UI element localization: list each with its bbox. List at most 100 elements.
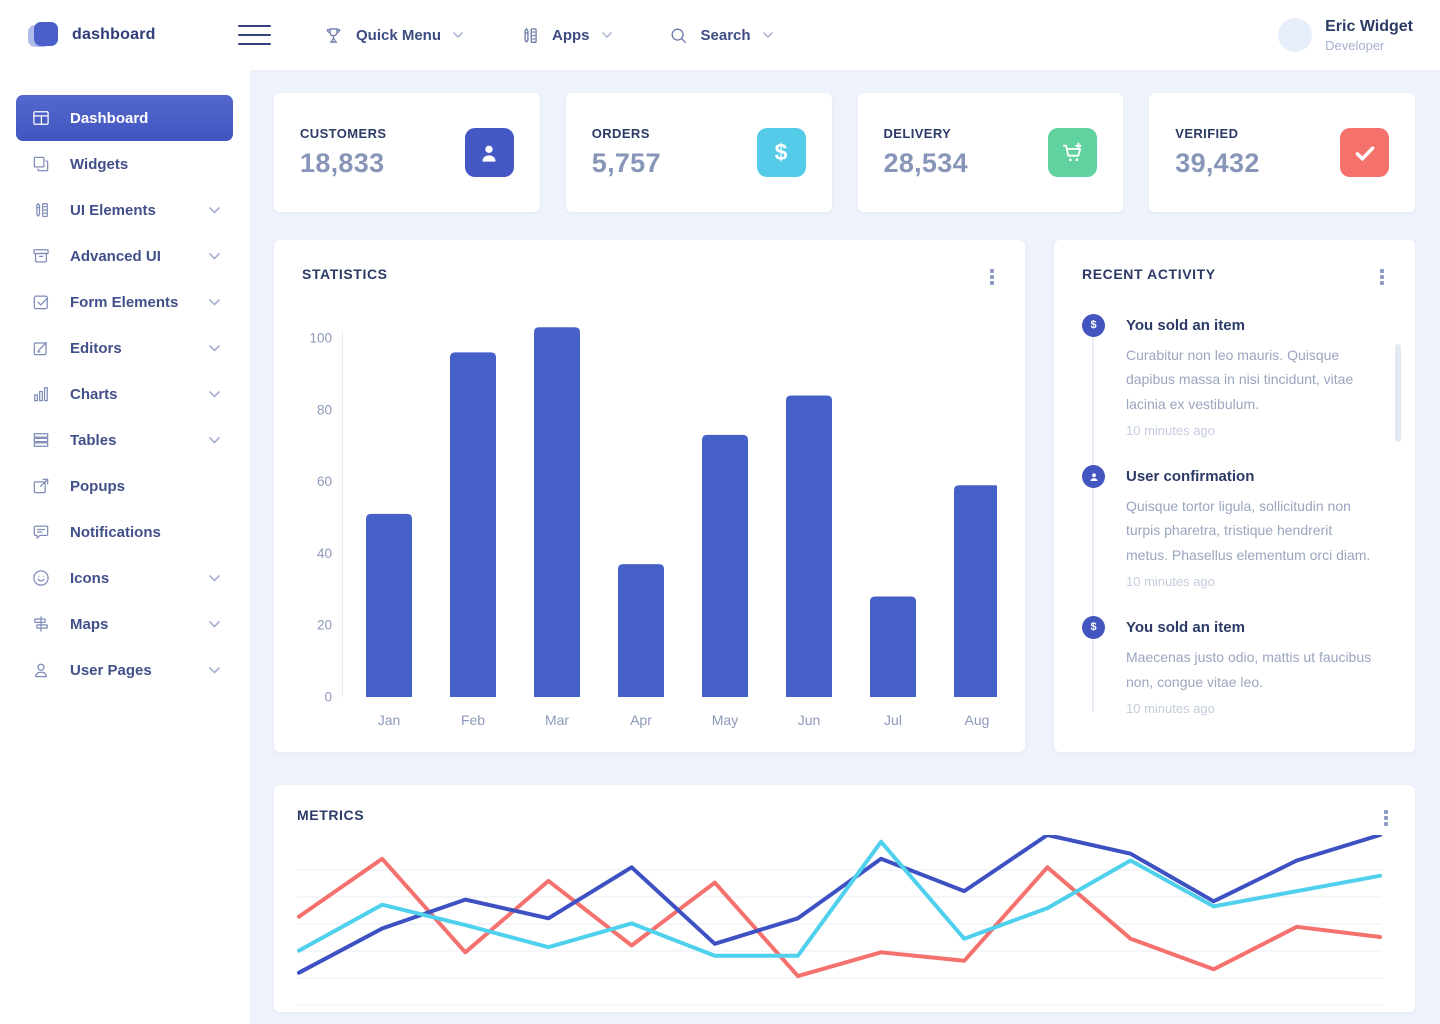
activity-timeline: $ You sold an item Curabitur non leo mauri… [1082,314,1387,716]
dollar-circle-icon: $ [1090,320,1096,331]
stat-cards-row: CUSTOMERS 18,833 ORDERS5,757$DELIVERY28,53… [274,93,1415,212]
chevron-down-icon [209,253,220,260]
editors-icon [31,338,51,358]
series-red-line [299,859,1380,976]
x-tick-label: May [712,712,738,728]
dollar-icon: $ [775,139,788,166]
activity-description: Quisque tortor ligula, sollicitudin non … [1126,494,1376,567]
nav-item-apps[interactable]: Apps [519,25,612,46]
stat-card-orders: ORDERS5,757$ [566,93,832,212]
nav-item-quick-menu[interactable]: Quick Menu [323,25,463,46]
metrics-title: METRICS [297,807,364,823]
dollar-circle-icon: $ [1090,622,1096,633]
activity-badge [1082,465,1105,488]
chevron-down-icon [763,32,773,38]
bar-aug [954,485,997,697]
sidebar-item-label: Dashboard [70,110,148,127]
sidebar-item-charts[interactable]: Charts [16,371,233,417]
bar-feb [450,352,496,697]
kebab-menu-icon[interactable] [1381,807,1391,829]
stat-card-label: CUSTOMERS [300,126,386,141]
user-menu[interactable]: Eric Widget Developer [1278,18,1413,53]
app-logo[interactable] [34,22,60,48]
check-icon [1352,140,1378,166]
activity-scrollbar[interactable] [1395,344,1401,442]
sidebar-item-tables[interactable]: Tables [16,417,233,463]
activity-title: You sold an item [1126,616,1376,636]
stat-card-icon-box [1048,128,1097,177]
ui-elements-icon [31,200,51,220]
signpost-icon [31,614,51,634]
user-name: Eric Widget [1325,18,1413,36]
nav-item-label: Search [701,27,751,44]
sidebar-item-label: Icons [70,570,109,587]
stat-card-delivery: DELIVERY28,534 [858,93,1124,212]
charts-icon [31,384,51,404]
nav-item-search[interactable]: Search [668,25,773,46]
sidebar-item-label: Charts [70,386,118,403]
stat-card-icon-box [465,128,514,177]
top-navbar: dashboard Quick Menu Apps Search Eric Widg… [0,0,1440,70]
statistics-title: STATISTICS [302,266,388,282]
chevron-down-icon [209,621,220,628]
sidebar-item-user-pages[interactable]: User Pages [16,647,233,693]
sidebar-item-popups[interactable]: Popups [16,463,233,509]
advanced-ui-icon [31,246,51,266]
activity-description: Curabitur non leo mauris. Quisque dapibu… [1126,343,1376,416]
avatar [1278,18,1312,52]
bar-jan [366,514,412,697]
stat-card-verified: VERIFIED39,432 [1149,93,1415,212]
user-badge-icon [476,140,502,166]
x-tick-label: Jan [378,712,401,728]
form-elements-icon [31,292,51,312]
x-tick-label: Feb [461,712,485,728]
brand-name: dashboard [72,26,156,44]
chevron-down-icon [209,391,220,398]
x-tick-label: Jul [884,712,902,728]
statistics-bar-chart: 020406080100JanFebMarAprMayJunJulAug [302,304,997,734]
stat-card-value: 28,534 [884,148,968,179]
x-tick-label: Aug [965,712,990,728]
sidebar-item-label: Editors [70,340,122,357]
activity-timestamp: 10 minutes ago [1126,574,1376,589]
user-circle-icon [1088,471,1100,483]
activity-title: You sold an item [1126,314,1376,334]
bar-jul [870,596,916,697]
activity-item: $You sold an itemMaecenas justo odio, ma… [1082,616,1387,716]
activity-timestamp: 10 minutes ago [1126,423,1376,438]
hamburger-menu-icon[interactable] [232,19,277,51]
sidebar-item-maps[interactable]: Maps [16,601,233,647]
sidebar-item-form-elements[interactable]: Form Elements [16,279,233,325]
y-tick-label: 0 [324,690,332,705]
tables-icon [31,430,51,450]
sidebar-item-label: Notifications [70,524,161,541]
sidebar-item-advanced-ui[interactable]: Advanced UI [16,233,233,279]
sidebar-item-editors[interactable]: Editors [16,325,233,371]
sidebar: Dashboard WidgetsUI Elements Advanced UI Fo… [0,70,250,1024]
activity-badge: $ [1082,314,1105,337]
y-tick-label: 20 [317,618,332,633]
metrics-card: METRICS [274,785,1415,1012]
nav-item-label: Quick Menu [356,27,441,44]
sidebar-item-widgets[interactable]: Widgets [16,141,233,187]
stat-card-label: VERIFIED [1175,126,1259,141]
sidebar-item-notifications[interactable]: Notifications [16,509,233,555]
sidebar-item-label: Popups [70,478,125,495]
kebab-menu-icon[interactable] [1377,266,1387,288]
activity-item: $ You sold an item Curabitur non leo mauri… [1082,314,1387,438]
sidebar-item-dashboard[interactable]: Dashboard [16,95,233,141]
sidebar-item-icons[interactable]: Icons [16,555,233,601]
user-role: Developer [1325,38,1413,53]
chevron-down-icon [209,575,220,582]
sidebar-item-ui-elements[interactable]: UI Elements [16,187,233,233]
sidebar-item-label: Form Elements [70,294,178,311]
activity-badge: $ [1082,616,1105,639]
sidebar-item-label: Advanced UI [70,248,161,265]
cart-plus-icon [1060,140,1086,166]
widgets-icon [31,154,51,174]
stat-card-value: 18,833 [300,148,386,179]
kebab-menu-icon[interactable] [987,266,997,288]
stat-card-icon-box: $ [757,128,806,177]
stat-card-label: ORDERS [592,126,661,141]
popups-icon [31,476,51,496]
